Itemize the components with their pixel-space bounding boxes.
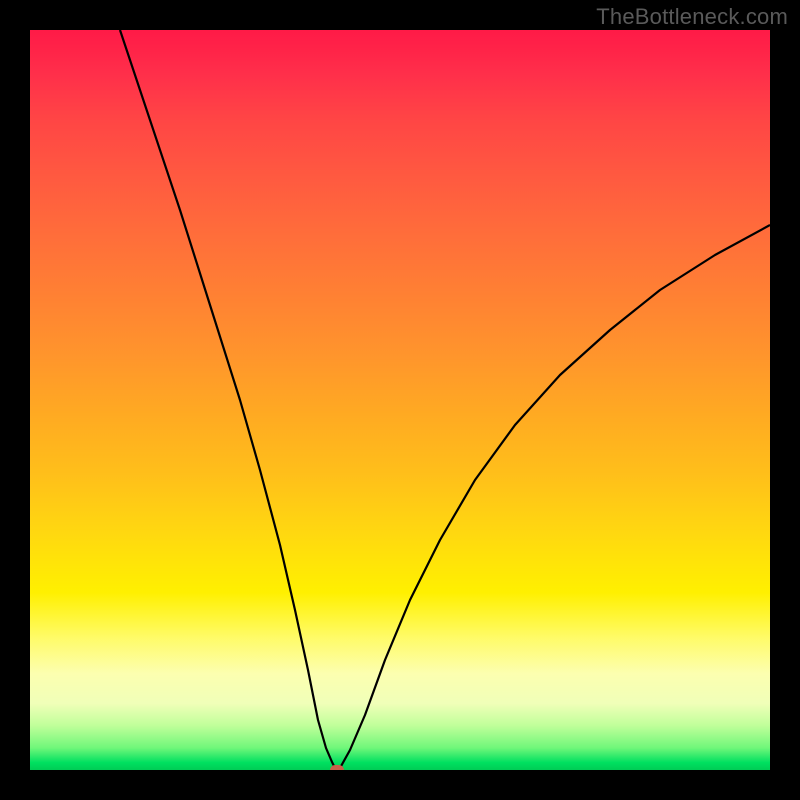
bottleneck-curve xyxy=(30,30,770,770)
watermark-text: TheBottleneck.com xyxy=(596,4,788,30)
plot-area xyxy=(30,30,770,770)
curve-path xyxy=(120,30,770,770)
optimal-marker xyxy=(330,765,344,770)
